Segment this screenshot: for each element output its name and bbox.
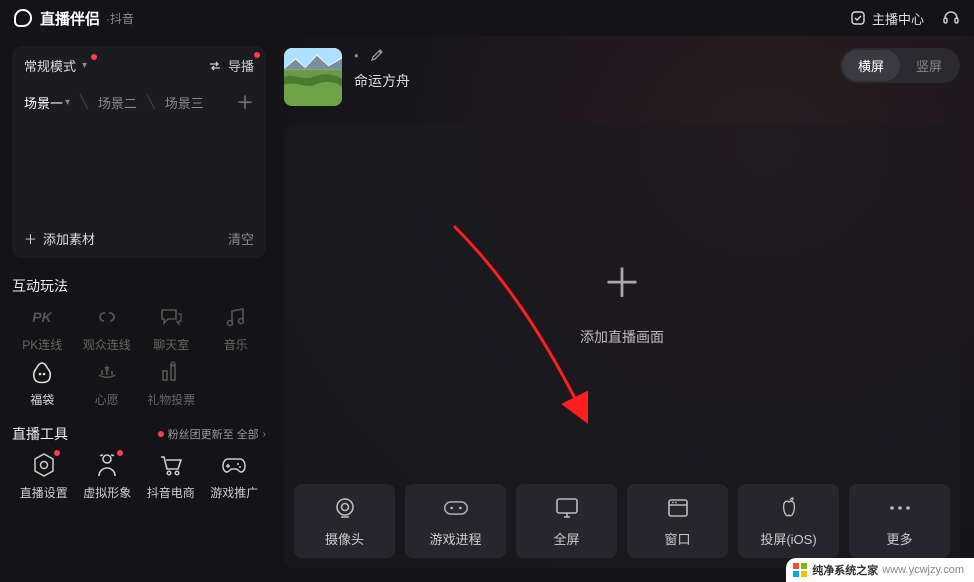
monitor-icon <box>554 495 580 521</box>
clear-button[interactable]: 清空 <box>228 229 254 248</box>
scene-tab-3[interactable]: 场景三 <box>165 93 204 112</box>
app-title: 直播伴侣 <box>40 8 100 29</box>
music-icon <box>221 304 251 330</box>
avatar-icon <box>93 452 121 478</box>
swap-icon <box>208 59 222 73</box>
edit-title-button[interactable] <box>369 48 384 63</box>
mode-dropdown[interactable]: 常规模式 ▾ <box>24 56 87 75</box>
director-mode-button[interactable]: 导播 <box>208 56 254 75</box>
room-name: 命运方舟 <box>354 71 410 91</box>
mode-label-text: 常规模式 <box>24 56 76 75</box>
support-button[interactable] <box>942 9 960 27</box>
tool-ecommerce[interactable]: 抖音电商 <box>139 452 203 501</box>
chevron-right-icon: › <box>263 429 266 440</box>
svg-text:PK: PK <box>33 309 53 325</box>
orientation-landscape[interactable]: 横屏 <box>842 50 900 81</box>
more-icon <box>887 495 913 521</box>
tool-live-settings[interactable]: 直播设置 <box>12 452 76 501</box>
director-label: 导播 <box>228 56 254 75</box>
interact-gift-vote[interactable]: 礼物投票 <box>141 359 202 408</box>
interact-section: 互动玩法 PKPK连线 观众连线 聊天室 音乐 福袋 心愿 礼物投票 <box>12 270 266 408</box>
source-fullscreen[interactable]: 全屏 <box>516 484 617 558</box>
watermark-text: 纯净系统之家 <box>812 562 878 578</box>
cart-icon <box>157 452 185 478</box>
gamepad-icon <box>220 452 248 478</box>
add-canvas-button[interactable]: ＋ <box>602 251 642 309</box>
apple-icon <box>776 495 802 521</box>
notification-dot <box>54 450 60 456</box>
headset-icon <box>942 9 960 27</box>
source-screen-mirror-ios[interactable]: 投屏(iOS) <box>738 484 839 558</box>
link-icon <box>92 304 122 330</box>
add-canvas-label: 添加直播画面 <box>580 327 664 347</box>
bag-icon <box>27 359 57 385</box>
interact-music[interactable]: 音乐 <box>206 304 267 353</box>
app-logo-icon <box>14 9 32 27</box>
plus-icon: ＋ <box>24 229 37 248</box>
watermark: 纯净系统之家 www.ycwjzy.com <box>786 558 974 582</box>
tools-update-text: 粉丝团更新至 全部 <box>168 426 259 442</box>
notification-dot <box>117 450 123 456</box>
add-material-button[interactable]: ＋ 添加素材 <box>24 229 95 248</box>
wish-icon <box>92 359 122 385</box>
interact-chatroom[interactable]: 聊天室 <box>141 304 202 353</box>
gamepad-icon <box>443 495 469 521</box>
watermark-url: www.ycwjzy.com <box>882 564 964 576</box>
chevron-down-icon: ▾ <box>82 60 87 71</box>
window-icon <box>665 495 691 521</box>
interact-pk[interactable]: PKPK连线 <box>12 304 73 353</box>
tools-section: 直播工具 粉丝团更新至 全部 › 直播设置 虚拟形象 抖音 <box>12 420 266 501</box>
orientation-toggle: 横屏 竖屏 <box>840 48 960 83</box>
notification-dot <box>158 431 164 437</box>
notification-dot <box>254 52 260 58</box>
scene-layers-area <box>24 115 254 225</box>
room-thumbnail[interactable] <box>284 48 342 106</box>
main-area: • 命运方舟 横屏 竖屏 ＋ 添加直播画面 <box>278 36 974 582</box>
pencil-icon <box>369 48 384 63</box>
pk-icon: PK <box>27 304 57 330</box>
source-more[interactable]: 更多 <box>849 484 950 558</box>
sidebar: 常规模式 ▾ 导播 场景一 ▾ ╲ 场景二 ╲ 场景三 ＋ <box>0 36 278 582</box>
interact-wish[interactable]: 心愿 <box>77 359 138 408</box>
scene-tab-2[interactable]: 场景二 <box>98 93 137 112</box>
tool-virtual-avatar[interactable]: 虚拟形象 <box>76 452 140 501</box>
host-center-link[interactable]: 主播中心 <box>850 9 924 28</box>
interact-lucky-bag[interactable]: 福袋 <box>12 359 73 408</box>
add-scene-button[interactable]: ＋ <box>236 89 254 115</box>
source-game-process[interactable]: 游戏进程 <box>405 484 506 558</box>
host-center-icon <box>850 10 866 26</box>
chevron-down-icon: ▾ <box>65 97 70 108</box>
tools-title: 直播工具 <box>12 424 68 444</box>
chat-icon <box>156 304 186 330</box>
tool-game-promo[interactable]: 游戏推广 <box>203 452 267 501</box>
add-material-label: 添加素材 <box>43 229 95 248</box>
app-subtitle: ·抖音 <box>106 10 134 27</box>
landscape-thumb-icon <box>284 48 342 106</box>
orientation-portrait[interactable]: 竖屏 <box>900 50 958 81</box>
interact-title: 互动玩法 <box>12 276 266 296</box>
settings-hex-icon <box>30 452 58 478</box>
host-center-label: 主播中心 <box>872 9 924 28</box>
scenes-panel: 常规模式 ▾ 导播 场景一 ▾ ╲ 场景二 ╲ 场景三 ＋ <box>12 46 266 258</box>
windows-icon <box>792 562 808 578</box>
status-dot: • <box>354 48 359 63</box>
camera-icon <box>332 495 358 521</box>
scene-tab-1[interactable]: 场景一 ▾ <box>24 93 70 112</box>
interact-audience-link[interactable]: 观众连线 <box>77 304 138 353</box>
tools-update-link[interactable]: 粉丝团更新至 全部 › <box>158 426 266 442</box>
bars-icon <box>156 359 186 385</box>
notification-dot <box>91 54 97 60</box>
source-camera[interactable]: 摄像头 <box>294 484 395 558</box>
preview-canvas: ＋ 添加直播画面 摄像头 游戏进程 全屏 <box>284 124 960 568</box>
source-window[interactable]: 窗口 <box>627 484 728 558</box>
